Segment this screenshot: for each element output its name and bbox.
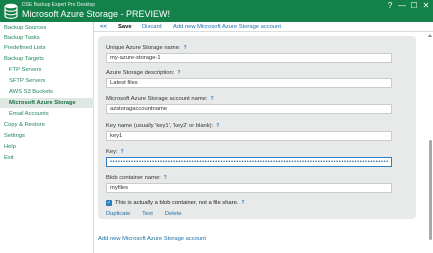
add-account-link[interactable]: Add new Microsoft Azure Storage account <box>98 236 206 242</box>
toolbar: << Save Discard Add new Microsoft Azure … <box>94 22 433 32</box>
duplicate-button[interactable]: Duplicate <box>106 211 130 219</box>
sidebar-item-backup-sources[interactable]: Backup Sources <box>0 23 94 33</box>
back-button[interactable]: << <box>100 22 107 32</box>
key-label: Key:? <box>106 148 124 156</box>
sidebar-item-aws-s3-buckets[interactable]: AWS S3 Buckets <box>0 87 94 97</box>
sidebar-item-sftp-servers[interactable]: SFTP Servers <box>0 76 94 86</box>
sidebar-item-ftp-servers[interactable]: FTP Servers <box>0 65 94 75</box>
key-name-label: Key name (usually 'key1', 'key2' or blan… <box>106 122 220 130</box>
add-account-button[interactable]: Add new Microsoft Azure Storage account <box>173 22 281 32</box>
key-field[interactable]: ••••••••••••••••••••••••••••••••••••••••… <box>106 157 392 167</box>
account-name-label: Microsoft Azure Storage account name:? <box>106 95 214 103</box>
scroll-up-arrow-icon[interactable] <box>428 33 432 37</box>
delete-button[interactable]: Delete <box>165 211 182 219</box>
test-button[interactable]: Test <box>142 211 153 219</box>
help-icon[interactable]: ? <box>183 44 186 52</box>
window-controls: ? — ☐ ✕ <box>385 1 431 11</box>
sidebar-item-backup-targets[interactable]: Backup Targets <box>0 54 94 64</box>
help-icon[interactable]: ? <box>241 200 244 206</box>
scrollbar-thumb[interactable] <box>429 140 432 240</box>
azure-account-card: Unique Azure Storage name:? my-azure-sto… <box>98 36 416 219</box>
container-field[interactable]: myfiles <box>106 183 392 193</box>
description-label: Azure Storage description:? <box>106 69 181 77</box>
sidebar-item-azure-storage[interactable]: Microsoft Azure Storage <box>0 98 94 108</box>
help-icon[interactable]: ? <box>216 122 219 130</box>
sidebar-item-copy-restore[interactable]: Copy & Restore <box>0 120 94 130</box>
page-title: Microsoft Azure Storage - PREVIEW! <box>22 9 171 19</box>
sidebar-item-help[interactable]: Help <box>0 142 94 152</box>
sidebar-item-predefined-lists[interactable]: Predefined Lists <box>0 43 94 53</box>
blob-container-checkbox[interactable]: ✓ This is actually a blob container, not… <box>106 199 244 207</box>
help-button[interactable]: ? <box>385 1 395 11</box>
unique-name-field[interactable]: my-azure-storage-1 <box>106 53 392 63</box>
description-field[interactable]: Latest files <box>106 78 392 88</box>
sidebar: Backup Sources Backup Tasks Predefined L… <box>0 22 94 253</box>
discard-button[interactable]: Discard <box>142 22 162 32</box>
help-icon[interactable]: ? <box>177 69 180 77</box>
title-bar: DSE Backup Expert Pro Desktop Microsoft … <box>0 0 433 22</box>
blob-checkbox-label: This is actually a blob container, not a… <box>115 200 239 206</box>
sidebar-item-exit[interactable]: Exit <box>0 153 94 163</box>
minimize-button[interactable]: — <box>397 1 407 11</box>
key-name-field[interactable]: key1 <box>106 131 392 141</box>
sidebar-item-backup-tasks[interactable]: Backup Tasks <box>0 33 94 43</box>
app-name: DSE Backup Expert Pro Desktop <box>22 2 96 8</box>
maximize-button[interactable]: ☐ <box>409 1 419 11</box>
help-icon[interactable]: ? <box>211 95 214 103</box>
close-button[interactable]: ✕ <box>421 1 431 11</box>
save-button[interactable]: Save <box>118 22 132 32</box>
checkbox-checked-icon[interactable]: ✓ <box>106 200 112 206</box>
help-icon[interactable]: ? <box>164 174 167 182</box>
sidebar-item-email-accounts[interactable]: Email Accounts <box>0 109 94 119</box>
sidebar-item-settings[interactable]: Settings <box>0 131 94 141</box>
container-label: Blob container name:? <box>106 174 167 182</box>
help-icon[interactable]: ? <box>121 148 124 156</box>
main-content: Unique Azure Storage name:? my-azure-sto… <box>94 32 427 253</box>
card-actions: Duplicate Test Delete <box>106 211 182 219</box>
account-name-field[interactable]: azstoragaccountname <box>106 104 392 114</box>
database-icon <box>4 3 18 19</box>
unique-name-label: Unique Azure Storage name:? <box>106 44 187 52</box>
